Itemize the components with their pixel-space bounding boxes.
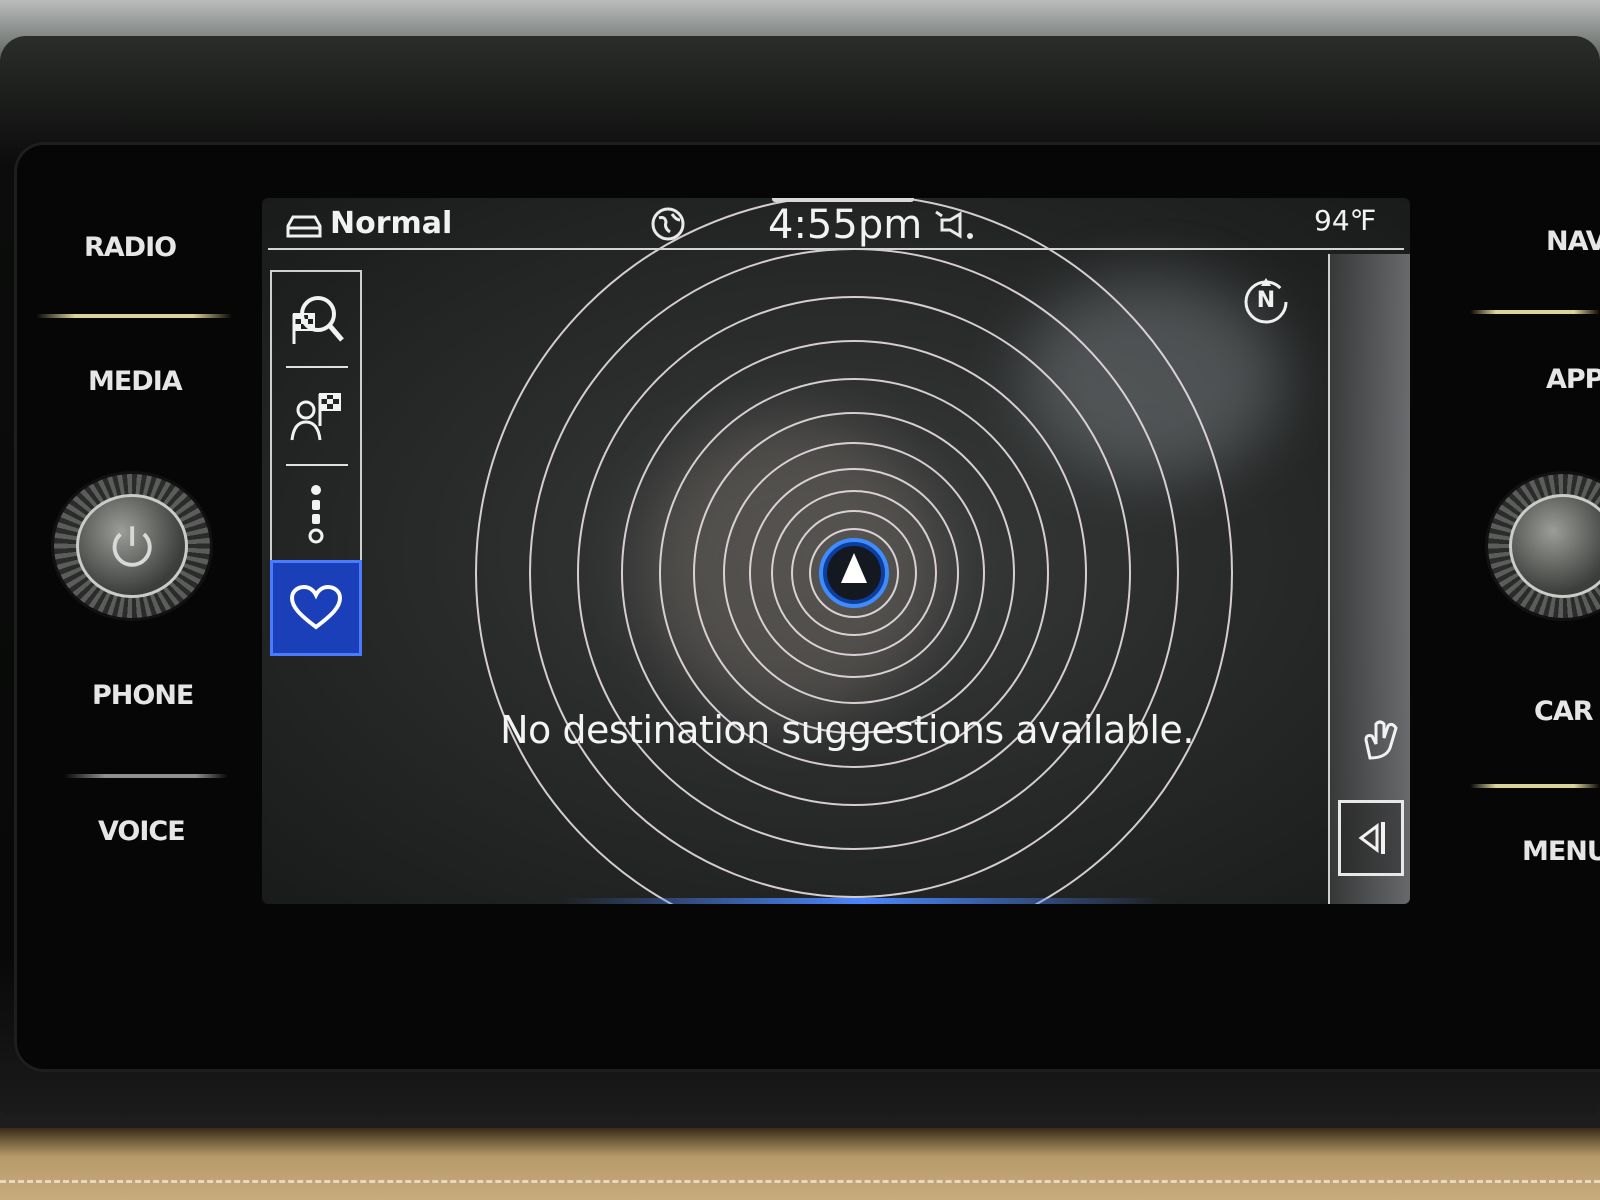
sidebar-item-destination-search[interactable]	[270, 270, 362, 366]
vehicle-position-icon	[819, 538, 889, 608]
radio-button[interactable]: RADIO	[84, 232, 177, 263]
no-destination-message: No destination suggestions available.	[500, 708, 1194, 752]
collapse-panel-button[interactable]	[1338, 800, 1404, 876]
accent-line	[36, 314, 232, 318]
collapse-arrow-icon	[1358, 822, 1385, 854]
contact-destination-icon	[290, 393, 341, 441]
compass-label: N	[1256, 288, 1276, 313]
route-stops-icon	[308, 485, 324, 544]
favorites-heart-icon	[289, 584, 343, 630]
sidebar-item-favorites[interactable]	[270, 560, 362, 656]
menu-button[interactable]: MENU	[1522, 836, 1600, 867]
globe-icon[interactable]	[650, 206, 686, 242]
leather-stitching	[0, 1180, 1600, 1183]
power-volume-knob[interactable]	[54, 474, 210, 618]
power-icon	[112, 526, 152, 567]
outside-temperature: 94℉	[1314, 204, 1377, 237]
app-button[interactable]: APP	[1546, 364, 1600, 395]
car-button[interactable]: CAR	[1534, 696, 1594, 727]
dashboard-leather	[0, 1128, 1600, 1200]
status-bar-divider	[268, 248, 1404, 250]
phone-button[interactable]: PHONE	[92, 680, 194, 711]
nav-sidebar	[270, 270, 362, 656]
speaker-muted-icon[interactable]	[934, 208, 978, 242]
accent-line	[1470, 784, 1600, 788]
divider-line	[64, 774, 228, 778]
accent-line	[1470, 310, 1600, 314]
sidebar-item-contact-destination[interactable]	[270, 368, 362, 464]
clock: 4:55pm	[768, 202, 923, 248]
media-button[interactable]: MEDIA	[88, 366, 183, 397]
sidebar-item-route-stops[interactable]	[270, 466, 362, 562]
touch-screen: Normal 4:55pm 94℉ N No destination sugge…	[262, 198, 1410, 904]
car-mode-icon	[286, 215, 322, 238]
screen-glow	[562, 898, 1162, 904]
status-bar: Normal 4:55pm 94℉	[262, 198, 1410, 250]
tune-knob-cap[interactable]	[1509, 494, 1600, 598]
voice-button[interactable]: VOICE	[98, 816, 186, 847]
destination-search-icon	[292, 296, 344, 344]
drive-mode-label[interactable]: Normal	[330, 206, 452, 241]
nav-button[interactable]: NAV	[1546, 226, 1600, 257]
compass-button[interactable]: N	[1240, 276, 1292, 328]
power-knob-cap[interactable]	[75, 494, 189, 598]
